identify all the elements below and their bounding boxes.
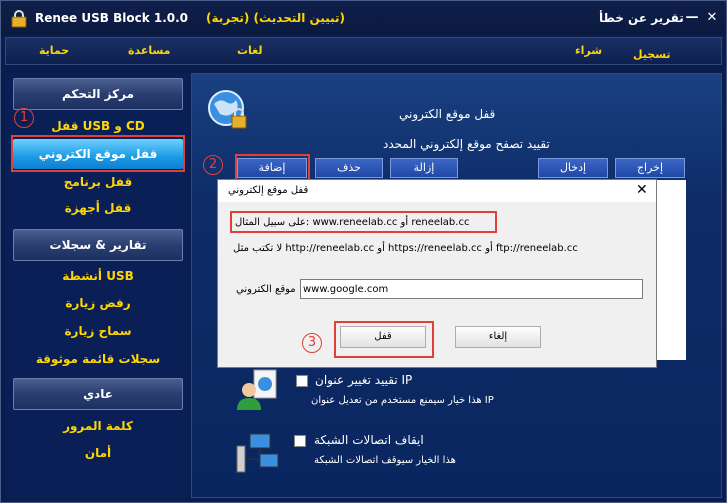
- sidebar-item-security[interactable]: أمان: [13, 442, 183, 464]
- highlight-box-1: [11, 135, 185, 172]
- restrict-ip-desc: هذا خيار سيمنع مستخدم من تعديل عنوان IP: [311, 395, 494, 406]
- section-reports-logs: تقارير & سجلات: [13, 229, 183, 261]
- website-input[interactable]: [300, 279, 643, 299]
- sidebar: مركز التحكم قفل USB و CD قفل موقع الكترو…: [5, 73, 189, 498]
- network-icon: [236, 433, 279, 473]
- lock-icon: [11, 10, 27, 28]
- menu-language[interactable]: لغات: [237, 44, 263, 57]
- close-button[interactable]: ✕: [705, 11, 719, 25]
- highlight-box-example: [230, 211, 497, 233]
- export-button[interactable]: إخراج: [615, 158, 685, 178]
- restrict-ip-checkbox[interactable]: [296, 375, 308, 387]
- page-description: تقييد تصفح موقع إلكتروني المحدد: [383, 137, 550, 151]
- sidebar-item-allowed-visits[interactable]: سماح زيارة: [13, 320, 183, 342]
- sidebar-item-usb-activity[interactable]: أنشطة USB: [13, 265, 183, 287]
- sidebar-item-password[interactable]: كلمة المرور: [13, 415, 183, 437]
- dialog-close-icon[interactable]: ✕: [636, 182, 648, 198]
- stop-network-checkbox[interactable]: [294, 435, 306, 447]
- restrict-ip-title: تقييد تغيير عنوان IP: [315, 373, 413, 387]
- stop-network-title: ايقاف اتصالات الشبكة: [314, 433, 424, 447]
- section-general: عادي: [13, 378, 183, 410]
- title-bar: Renee USB Block 1.0.0 (تجربة) (تبيين الت…: [1, 1, 726, 35]
- app-title: Renee USB Block 1.0.0: [35, 11, 189, 25]
- lock-website-dialog: قفل موقع إلكتروني ✕ على سبيل المثال: www…: [217, 179, 657, 368]
- app-subtitle: (تجربة) (تبيين التحديث): [206, 11, 346, 25]
- section-control-center: مركز التحكم: [13, 78, 183, 110]
- highlight-box-2: [235, 154, 310, 182]
- highlight-box-3: [334, 321, 434, 358]
- user-ip-icon: [237, 369, 277, 410]
- import-button[interactable]: إدخال: [538, 158, 608, 178]
- step-marker-1: 1: [14, 108, 34, 128]
- website-field-label: موقع الكتروني: [236, 284, 296, 295]
- menu-help[interactable]: مساعدة: [128, 44, 171, 57]
- dialog-title: قفل موقع إلكتروني: [228, 185, 309, 196]
- step-marker-3: 3: [302, 333, 322, 353]
- menu-protect[interactable]: حماية: [39, 44, 69, 57]
- sidebar-item-denied-visits[interactable]: رفض زيارة: [13, 292, 183, 314]
- menu-register[interactable]: تسجيل: [633, 48, 671, 61]
- minimize-button[interactable]: —: [685, 11, 699, 25]
- dialog-format-warning: لا تكتب مثل http://reneelab.cc أو https:…: [233, 243, 578, 254]
- page-title: قفل موقع الكتروني: [399, 107, 496, 121]
- sidebar-item-trusted-list-logs[interactable]: سجلات قائمة موثوقة: [13, 348, 183, 370]
- delete-button[interactable]: حذف: [315, 158, 383, 178]
- cancel-button[interactable]: إلغاء: [455, 326, 541, 348]
- stop-network-desc: هذا الخيار سيوقف اتصالات الشبكة: [314, 455, 456, 466]
- sidebar-item-device-lock[interactable]: قفل أجهزة: [13, 197, 183, 219]
- menu-bar: حماية مساعدة لغات شراء تسجيل: [5, 37, 722, 65]
- sidebar-item-usb-cd-lock[interactable]: قفل USB و CD: [13, 115, 183, 137]
- menu-buy[interactable]: شراء: [575, 44, 602, 57]
- globe-lock-icon: [208, 90, 247, 129]
- app-window: Renee USB Block 1.0.0 (تجربة) (تبيين الت…: [0, 0, 727, 503]
- step-marker-2: 2: [203, 155, 223, 175]
- remove-button[interactable]: إزالة: [390, 158, 458, 178]
- dialog-title-bar: قفل موقع إلكتروني ✕: [218, 180, 656, 202]
- report-error-link[interactable]: تقرير عن خطأ: [599, 11, 684, 25]
- sidebar-item-program-lock[interactable]: قفل برنامج: [13, 171, 183, 193]
